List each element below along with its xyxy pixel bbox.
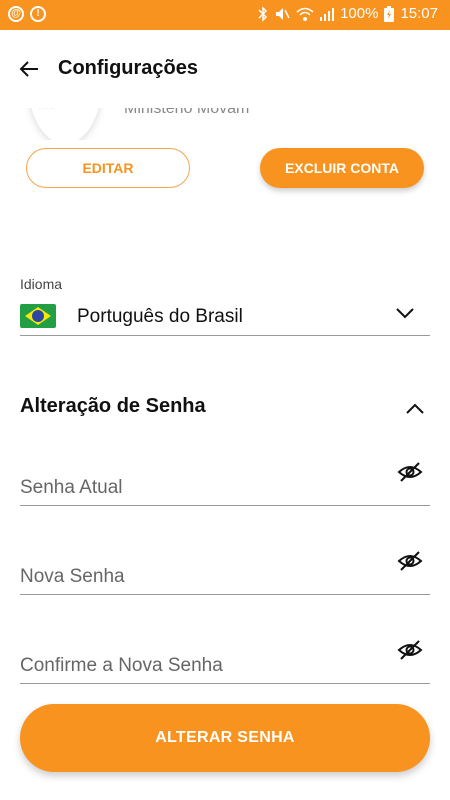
battery-percentage: 100% bbox=[340, 5, 379, 22]
delete-account-button[interactable]: EXCLUIR CONTA bbox=[260, 148, 424, 188]
signal-icon bbox=[320, 7, 335, 21]
app-bar: Configurações bbox=[0, 30, 450, 108]
toggle-visibility-button[interactable] bbox=[394, 545, 426, 577]
language-label: Idioma bbox=[20, 276, 63, 292]
back-button[interactable] bbox=[14, 54, 44, 84]
status-time: 15:07 bbox=[400, 5, 438, 22]
confirm-password-input[interactable] bbox=[20, 655, 380, 677]
toggle-visibility-button[interactable] bbox=[394, 634, 426, 666]
wifi-icon bbox=[296, 7, 314, 21]
eye-off-icon bbox=[397, 462, 423, 482]
mute-icon bbox=[276, 7, 290, 20]
confirm-password-field bbox=[20, 640, 430, 684]
bluetooth-icon bbox=[258, 5, 268, 22]
language-value: Português do Brasil bbox=[77, 306, 243, 327]
current-password-input[interactable] bbox=[20, 477, 380, 499]
change-password-button[interactable]: ALTERAR SENHA bbox=[20, 704, 430, 772]
status-bar: @ ! 100% 15:07 bbox=[0, 0, 450, 30]
brazil-flag-icon bbox=[20, 304, 56, 328]
eye-off-icon bbox=[397, 551, 423, 571]
current-password-field bbox=[20, 462, 430, 506]
edit-button[interactable]: EDITAR bbox=[26, 148, 190, 188]
new-password-field bbox=[20, 551, 430, 595]
page-title: Configurações bbox=[58, 57, 199, 79]
at-sign-icon: @ bbox=[8, 6, 24, 22]
info-icon: ! bbox=[30, 6, 46, 22]
chevron-up-icon[interactable] bbox=[404, 398, 426, 420]
new-password-input[interactable] bbox=[20, 566, 380, 588]
chevron-down-icon bbox=[396, 308, 414, 319]
toggle-visibility-button[interactable] bbox=[394, 456, 426, 488]
eye-off-icon bbox=[397, 640, 423, 660]
arrow-left-icon bbox=[19, 61, 38, 77]
password-section-title: Alteração de Senha bbox=[20, 395, 206, 417]
battery-icon bbox=[384, 5, 395, 22]
language-select[interactable]: Português do Brasil bbox=[20, 296, 430, 336]
